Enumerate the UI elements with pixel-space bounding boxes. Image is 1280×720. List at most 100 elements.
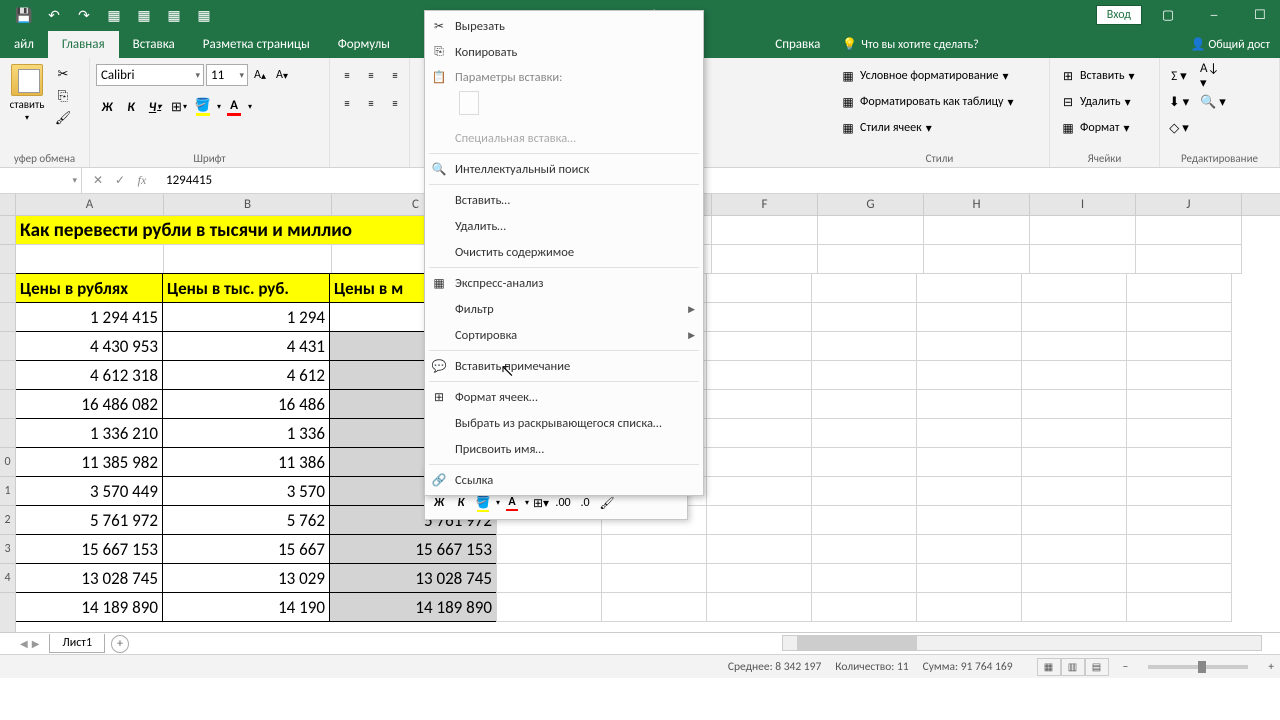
- align-middle-icon[interactable]: ≡: [360, 64, 382, 86]
- col-header[interactable]: I: [1030, 194, 1136, 215]
- copy-icon[interactable]: ⎘: [52, 86, 74, 106]
- ribbon-options-icon[interactable]: ▢: [1148, 0, 1188, 30]
- italic-button[interactable]: К: [120, 96, 142, 118]
- cell[interactable]: [1136, 216, 1242, 245]
- row-header[interactable]: [0, 303, 15, 332]
- row-header[interactable]: 3: [0, 535, 15, 564]
- view-page-break-icon[interactable]: ▤: [1085, 658, 1109, 676]
- cell[interactable]: [811, 273, 917, 303]
- cell[interactable]: [916, 273, 1022, 303]
- sort-filter-icon[interactable]: A↓ ▾: [1200, 64, 1226, 88]
- select-all-corner[interactable]: [0, 194, 15, 216]
- tell-me-search[interactable]: 💡 Что вы хотите сделать?: [842, 37, 978, 52]
- cell[interactable]: 15 667 153: [16, 534, 163, 564]
- row-header[interactable]: [0, 274, 15, 303]
- sheet-nav-next-icon[interactable]: ▶: [32, 637, 40, 650]
- cell[interactable]: [1030, 216, 1136, 245]
- minimize-icon[interactable]: ─: [1194, 0, 1234, 30]
- cell[interactable]: 13 028 745: [329, 563, 497, 593]
- ctx-quick-analysis[interactable]: ▦Экспресс-анализ: [425, 270, 703, 296]
- mini-italic-button[interactable]: К: [451, 493, 471, 513]
- tab-help[interactable]: Справка: [765, 31, 830, 58]
- cell[interactable]: [712, 245, 818, 274]
- tab-file[interactable]: айл: [0, 31, 48, 58]
- insert-cells-button[interactable]: ⊞Вставить ▾: [1056, 64, 1139, 88]
- cell[interactable]: [924, 245, 1030, 274]
- ctx-link[interactable]: 🔗Ссылка: [425, 467, 703, 493]
- ctx-cut[interactable]: ✂Вырезать: [425, 13, 703, 39]
- cell[interactable]: 13 029: [162, 563, 330, 593]
- cell[interactable]: 14 190: [162, 592, 330, 622]
- maximize-icon[interactable]: ☐: [1240, 0, 1280, 30]
- cell[interactable]: 16 486 082: [16, 389, 163, 419]
- cell[interactable]: 5 761 972: [16, 505, 163, 535]
- row-header[interactable]: [0, 332, 15, 361]
- cell[interactable]: [706, 273, 812, 303]
- cancel-formula-icon[interactable]: ✕: [88, 171, 108, 191]
- cell[interactable]: Цены в рублях: [16, 273, 163, 303]
- col-header[interactable]: F: [712, 194, 818, 215]
- cell[interactable]: 1 336 210: [16, 418, 163, 448]
- cell[interactable]: [712, 216, 818, 245]
- cell[interactable]: [818, 216, 924, 245]
- cell[interactable]: 13 028 745: [16, 563, 163, 593]
- col-header[interactable]: H: [924, 194, 1030, 215]
- tab-formulas[interactable]: Формулы: [324, 31, 404, 58]
- row-header[interactable]: 2: [0, 506, 15, 535]
- cell[interactable]: 4 430 953: [16, 331, 163, 361]
- ctx-insert[interactable]: Вставить…: [425, 187, 703, 213]
- ctx-filter[interactable]: Фильтр▶: [425, 296, 703, 322]
- cell[interactable]: 4 612: [162, 360, 330, 390]
- name-box[interactable]: [0, 168, 82, 193]
- ctx-sort[interactable]: Сортировка▶: [425, 322, 703, 348]
- cell[interactable]: 1 294 415: [16, 302, 163, 332]
- format-as-table-button[interactable]: ▦Форматировать как таблицу ▾: [836, 90, 1018, 114]
- align-left-icon[interactable]: ≡: [336, 92, 358, 114]
- autosum-icon[interactable]: Σ ▾: [1166, 64, 1192, 88]
- sheet-tab[interactable]: Лист1: [49, 634, 105, 653]
- enter-formula-icon[interactable]: ✓: [110, 171, 130, 191]
- bold-button[interactable]: Ж: [96, 96, 118, 118]
- fill-icon[interactable]: ⬇ ▾: [1166, 90, 1192, 114]
- cell[interactable]: [1030, 245, 1136, 274]
- cell[interactable]: 1 294: [162, 302, 330, 332]
- cell[interactable]: [16, 245, 164, 274]
- ctx-clear[interactable]: Очистить содержимое: [425, 239, 703, 265]
- row-header[interactable]: [0, 216, 15, 245]
- cell[interactable]: 5 762: [162, 505, 330, 535]
- cell[interactable]: 4 431: [162, 331, 330, 361]
- redo-icon[interactable]: ↷: [70, 3, 98, 27]
- qa-btn[interactable]: ▦: [130, 3, 158, 27]
- align-top-icon[interactable]: ≡: [336, 64, 358, 86]
- cell[interactable]: 14 189 890: [329, 592, 497, 622]
- delete-cells-button[interactable]: ⊟Удалить ▾: [1056, 90, 1139, 114]
- cell[interactable]: [164, 245, 332, 274]
- cell[interactable]: 11 385 982: [16, 447, 163, 477]
- mini-fill-color-button[interactable]: 🪣: [473, 493, 493, 513]
- view-page-layout-icon[interactable]: ▥: [1061, 658, 1085, 676]
- ctx-format-cells[interactable]: ⊞Формат ячеек…: [425, 384, 703, 410]
- cell[interactable]: 3 570: [162, 476, 330, 506]
- font-color-button[interactable]: A: [223, 96, 245, 118]
- cell[interactable]: [924, 216, 1030, 245]
- align-bottom-icon[interactable]: ≡: [384, 64, 406, 86]
- sheet-nav-prev-icon[interactable]: ◀: [20, 637, 28, 650]
- underline-button[interactable]: Ч▾: [144, 96, 166, 118]
- font-name-select[interactable]: Calibri: [96, 64, 204, 86]
- mini-decrease-decimal-icon[interactable]: .0: [575, 493, 595, 513]
- paste-option-button[interactable]: [455, 89, 483, 117]
- view-normal-icon[interactable]: ▦: [1037, 658, 1061, 676]
- row-header[interactable]: [0, 245, 15, 274]
- font-size-select[interactable]: 11: [206, 64, 248, 86]
- ctx-smart-lookup[interactable]: 🔍Интеллектуальный поиск: [425, 156, 703, 182]
- horizontal-scrollbar[interactable]: [782, 635, 1262, 651]
- mini-borders-button[interactable]: ⊞▾: [531, 493, 551, 513]
- paste-button[interactable]: ставить ▾: [6, 64, 48, 123]
- save-icon[interactable]: 💾: [10, 3, 38, 27]
- zoom-out-button[interactable]: −: [1123, 660, 1129, 674]
- cell[interactable]: 14 189 890: [16, 592, 163, 622]
- mini-increase-decimal-icon[interactable]: .00: [553, 493, 573, 513]
- formula-input[interactable]: 1294415: [158, 173, 1280, 188]
- cell[interactable]: [1126, 273, 1232, 303]
- qa-btn[interactable]: ▦: [190, 3, 218, 27]
